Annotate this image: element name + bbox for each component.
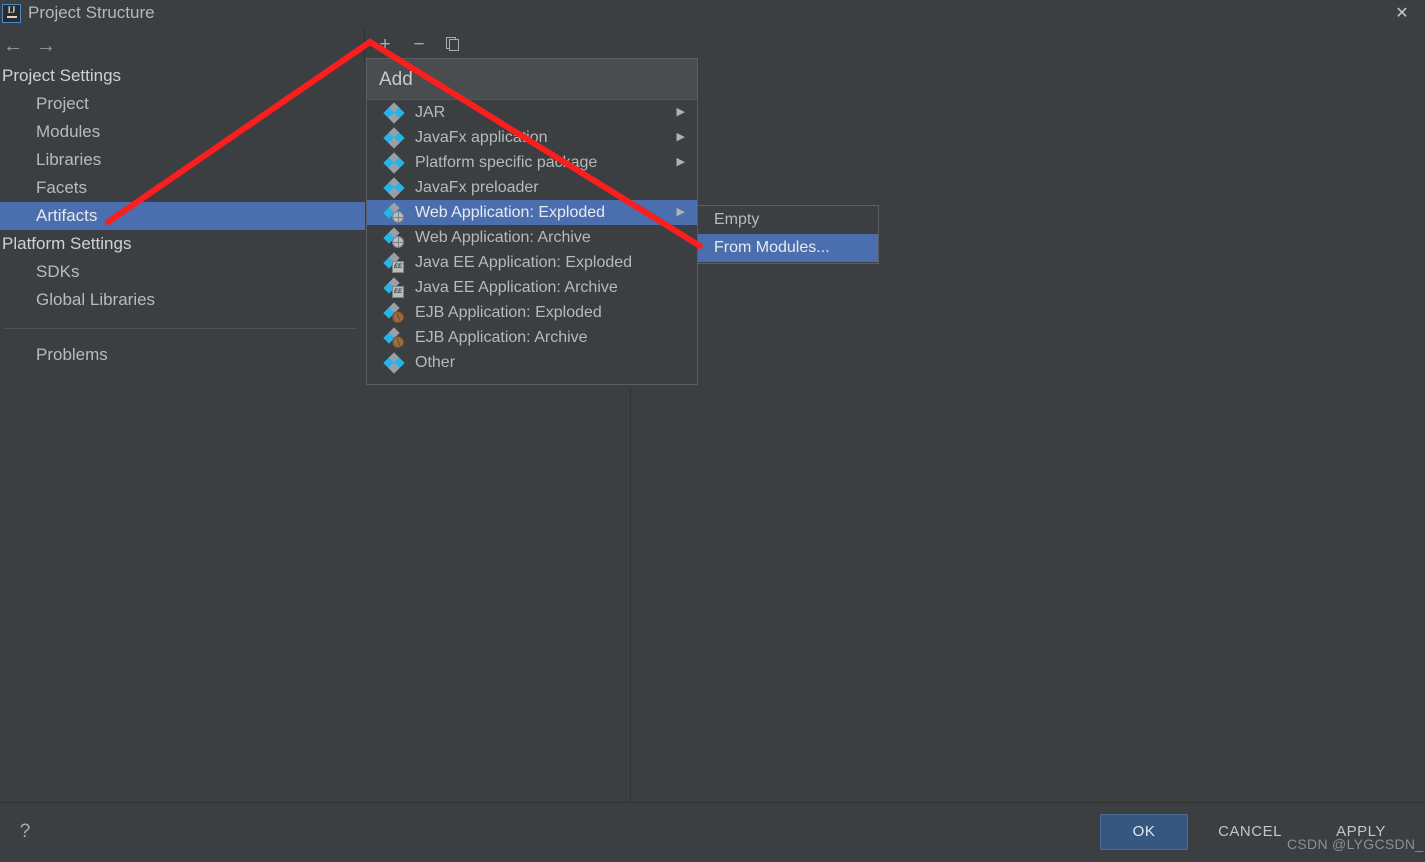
sidebar-group-project-settings: Project Settings [2, 66, 122, 85]
menu-item-web-application-exploded[interactable]: Web Application: Exploded ▶ [367, 200, 697, 225]
menu-item-label: Java EE Application: Archive [415, 279, 618, 296]
diamond-cluster-icon [383, 152, 405, 174]
menu-item-label: Java EE Application: Exploded [415, 254, 633, 271]
menu-item-label: Platform specific package [415, 154, 598, 171]
sidebar-item-problems[interactable]: Problems [0, 341, 365, 369]
diamond-cluster-icon [383, 177, 405, 199]
menu-item-label: JavaFx preloader [415, 179, 539, 196]
remove-icon[interactable]: − [405, 30, 433, 60]
chevron-right-icon: ▶ [676, 206, 685, 218]
diamond-globe-icon [383, 202, 405, 223]
diamond-ee-icon: EE [383, 277, 405, 298]
sidebar-item-global-libraries[interactable]: Global Libraries [0, 286, 365, 314]
add-icon[interactable]: + [371, 30, 399, 60]
menu-item-ejb-application-exploded[interactable]: EJB Application: Exploded [367, 300, 697, 325]
diamond-cluster-icon [383, 102, 405, 124]
sidebar-item-modules[interactable]: Modules [0, 118, 365, 146]
ok-button[interactable]: OK [1100, 814, 1188, 850]
sidebar-item-sdks[interactable]: SDKs [0, 258, 365, 286]
diamond-ee-icon: EE [383, 252, 405, 273]
menu-item-javafx-preloader[interactable]: JavaFx preloader [367, 175, 697, 200]
menu-item-javafx-application[interactable]: JavaFx application ▶ [367, 125, 697, 150]
menu-item-label: Web Application: Archive [415, 229, 591, 246]
menu-item-other[interactable]: Other [367, 350, 697, 375]
dialog-footer: ? OK CANCEL APPLY [0, 802, 1425, 862]
web-application-submenu: Empty From Modules... [697, 205, 879, 264]
menu-item-label: Web Application: Exploded [415, 204, 606, 221]
logo-text: IJ [7, 5, 16, 15]
submenu-item-from-modules[interactable]: From Modules... [698, 234, 878, 262]
chevron-right-icon: ▶ [676, 156, 685, 168]
artifacts-toolbar: + − [365, 30, 630, 60]
submenu-item-empty[interactable]: Empty [698, 206, 878, 234]
back-arrow-icon[interactable]: ← [3, 34, 23, 58]
diamond-bean-icon [383, 302, 406, 325]
title-bar: IJ Project Structure ✕ [0, 0, 1425, 28]
diamond-bean-icon [383, 327, 406, 350]
menu-item-java-ee-application-exploded[interactable]: EE Java EE Application: Exploded [367, 250, 697, 275]
copy-front-sheet [449, 39, 459, 52]
watermark-text: CSDN @LYGCSDN_ [1287, 836, 1424, 852]
copy-icon[interactable] [439, 30, 467, 60]
menu-item-label: JAR [415, 104, 446, 121]
menu-item-jar[interactable]: JAR ▶ [367, 100, 697, 125]
logo-underline [6, 16, 17, 18]
content-divider [630, 388, 631, 802]
sidebar-item-facets[interactable]: Facets [0, 174, 365, 202]
add-artifact-menu: Add JAR ▶ JavaFx application ▶ Platform … [366, 58, 698, 385]
menu-item-label: Other [415, 354, 456, 371]
menu-item-ejb-application-archive[interactable]: EJB Application: Archive [367, 325, 697, 350]
navigation-bar: ← → [0, 32, 365, 60]
window-title: Project Structure [28, 3, 155, 22]
close-icon[interactable]: ✕ [1379, 0, 1425, 28]
diamond-globe-icon [383, 227, 405, 248]
copy-glyph [446, 37, 460, 52]
forward-arrow-icon[interactable]: → [36, 34, 56, 58]
settings-sidebar: Project Settings Project Modules Librari… [0, 62, 365, 802]
sidebar-item-project[interactable]: Project [0, 90, 365, 118]
diamond-cluster-icon [383, 127, 405, 149]
sidebar-item-libraries[interactable]: Libraries [0, 146, 365, 174]
menu-item-web-application-archive[interactable]: Web Application: Archive [367, 225, 697, 250]
sidebar-item-artifacts[interactable]: Artifacts [0, 202, 365, 230]
chevron-right-icon: ▶ [676, 106, 685, 118]
help-icon[interactable]: ? [12, 819, 38, 845]
cancel-button[interactable]: CANCEL [1207, 814, 1293, 850]
menu-item-label: EJB Application: Archive [415, 329, 588, 346]
chevron-right-icon: ▶ [676, 131, 685, 143]
menu-item-label: JavaFx application [415, 129, 548, 146]
intellij-logo-icon: IJ [2, 4, 21, 23]
sidebar-separator [4, 328, 357, 329]
menu-item-java-ee-application-archive[interactable]: EE Java EE Application: Archive [367, 275, 697, 300]
menu-item-platform-specific-package[interactable]: Platform specific package ▶ [367, 150, 697, 175]
diamond-cluster-icon [383, 352, 405, 374]
menu-item-label: EJB Application: Exploded [415, 304, 602, 321]
sidebar-group-platform-settings: Platform Settings [2, 234, 132, 253]
menu-header: Add [367, 59, 697, 100]
